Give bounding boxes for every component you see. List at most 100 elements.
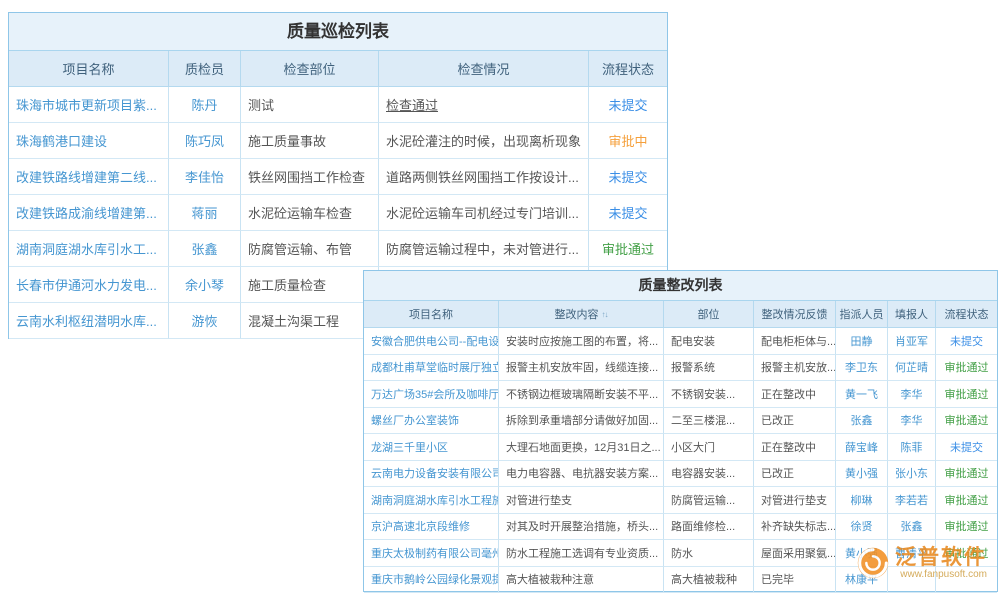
column-header-filler: 填报人 [888, 301, 936, 328]
project-name-link[interactable]: 云南水利枢纽潜明水库... [9, 303, 169, 339]
inspection-situation: 道路两侧铁丝网围挡工作按设计... [379, 159, 589, 195]
status-badge: 审批通过 [936, 461, 997, 488]
inspector-name-link[interactable]: 余小琴 [169, 267, 241, 303]
rectification-feedback: 已完毕 [754, 567, 836, 594]
rectification-content: 报警主机安放牢固，线缆连接... [499, 355, 664, 382]
assignee-name-link[interactable]: 柳琳 [836, 487, 888, 514]
inspection-situation: 检查通过 [379, 87, 589, 123]
assignee-name-link[interactable]: 黄一飞 [836, 381, 888, 408]
rectification-content: 对管进行垫支 [499, 487, 664, 514]
rectification-feedback: 正在整改中 [754, 381, 836, 408]
inspector-name-link[interactable]: 李佳怡 [169, 159, 241, 195]
column-header-content[interactable]: 整改内容 ↑↓ [499, 301, 664, 328]
inspector-name-link[interactable]: 游恢 [169, 303, 241, 339]
assignee-name-link[interactable]: 黄小强 [836, 540, 888, 567]
rectification-table-row[interactable]: 安徽合肥供电公司--配电设备... 安装时应按施工图的布置，将... 配电安装 … [364, 328, 997, 355]
rectification-table-header: 项目名称 整改内容 ↑↓ 部位 整改情况反馈 指派人员 填报人 流程状态 [364, 301, 997, 328]
filler-name-link[interactable] [888, 567, 936, 594]
inspector-name-link[interactable]: 陈丹 [169, 87, 241, 123]
filler-name-link[interactable]: 何芷晴 [888, 355, 936, 382]
status-badge: 审批中 [589, 123, 667, 159]
rectification-part: 配电安装 [664, 328, 754, 355]
project-name-link[interactable]: 湖南洞庭湖水库引水工程施工标 [364, 487, 499, 514]
filler-name-link[interactable]: 李若若 [888, 487, 936, 514]
assignee-name-link[interactable]: 张鑫 [836, 408, 888, 435]
filler-name-link[interactable]: 陈菲 [888, 434, 936, 461]
column-header-content-label: 整改内容 [555, 306, 599, 322]
status-badge: 审批通过 [936, 514, 997, 541]
assignee-name-link[interactable]: 李卫东 [836, 355, 888, 382]
filler-name-link[interactable]: 李华 [888, 408, 936, 435]
project-name-link[interactable]: 重庆市鹅岭公园绿化景观提升... [364, 567, 499, 594]
assignee-name-link[interactable]: 薛宝峰 [836, 434, 888, 461]
rectification-table-row[interactable]: 重庆市鹅岭公园绿化景观提升... 高大植被栽种注意 高大植被栽种 已完毕 林康平 [364, 567, 997, 594]
rectification-table-row[interactable]: 京沪高速北京段维修 对其及时开展整治措施，桥头... 路面维修检... 补齐缺失… [364, 514, 997, 541]
filler-name-link[interactable]: 肖亚军 [888, 328, 936, 355]
rectification-part: 报警系统 [664, 355, 754, 382]
inspector-name-link[interactable]: 张鑫 [169, 231, 241, 267]
filler-name-link[interactable]: 曹清平 [888, 540, 936, 567]
status-badge: 审批通过 [936, 487, 997, 514]
filler-name-link[interactable]: 李华 [888, 381, 936, 408]
column-header-project: 项目名称 [9, 51, 169, 87]
column-header-status: 流程状态 [589, 51, 667, 87]
project-name-link[interactable]: 改建铁路成渝线增建第... [9, 195, 169, 231]
project-name-link[interactable]: 长春市伊通河水力发电... [9, 267, 169, 303]
rectification-table-row[interactable]: 云南电力设备安装有限公司20... 电力电容器、电抗器安装方案... 电容器安装… [364, 461, 997, 488]
rectification-table-row[interactable]: 螺丝厂办公室装饰 拆除到承重墙部分请做好加固... 二至三楼混... 已改正 张… [364, 408, 997, 435]
assignee-name-link[interactable]: 田静 [836, 328, 888, 355]
inspection-table-row[interactable]: 珠海市城市更新项目紫... 陈丹 测试 检查通过 未提交 [9, 87, 667, 123]
rectification-table-row[interactable]: 湖南洞庭湖水库引水工程施工标 对管进行垫支 防腐管运输... 对管进行垫支 柳琳… [364, 487, 997, 514]
assignee-name-link[interactable]: 徐贤 [836, 514, 888, 541]
inspector-name-link[interactable]: 陈巧凤 [169, 123, 241, 159]
column-header-feedback: 整改情况反馈 [754, 301, 836, 328]
rectification-content: 高大植被栽种注意 [499, 567, 664, 594]
project-name-link[interactable]: 京沪高速北京段维修 [364, 514, 499, 541]
rectification-content: 拆除到承重墙部分请做好加固... [499, 408, 664, 435]
column-header-part: 部位 [664, 301, 754, 328]
rectification-feedback: 对管进行垫支 [754, 487, 836, 514]
rectification-content: 不锈钢边框玻璃隔断安装不平... [499, 381, 664, 408]
assignee-name-link[interactable]: 林康平 [836, 567, 888, 594]
status-badge: 审批通过 [936, 355, 997, 382]
assignee-name-link[interactable]: 黄小强 [836, 461, 888, 488]
inspector-name-link[interactable]: 蒋丽 [169, 195, 241, 231]
rectification-feedback: 屋面采用聚氨... [754, 540, 836, 567]
project-name-link[interactable]: 龙湖三千里小区 [364, 434, 499, 461]
filler-name-link[interactable]: 张鑫 [888, 514, 936, 541]
project-name-link[interactable]: 云南电力设备安装有限公司20... [364, 461, 499, 488]
rectification-part: 防腐管运输... [664, 487, 754, 514]
inspection-table-row[interactable]: 湖南洞庭湖水库引水工... 张鑫 防腐管运输、布管 防腐管运输过程中，未对管进行… [9, 231, 667, 267]
inspection-table-row[interactable]: 珠海鹤港口建设 陈巧凤 施工质量事故 水泥砼灌注的时候，出现离析现象 审批中 [9, 123, 667, 159]
rectification-table-row[interactable]: 重庆太极制药有限公司毫州中... 防水工程施工选调有专业资质... 防水 屋面采… [364, 540, 997, 567]
column-header-assignee: 指派人员 [836, 301, 888, 328]
column-header-status: 流程状态 [936, 301, 997, 328]
project-name-link[interactable]: 珠海市城市更新项目紫... [9, 87, 169, 123]
inspection-location: 铁丝网围挡工作检查 [241, 159, 379, 195]
filler-name-link[interactable]: 张小东 [888, 461, 936, 488]
status-badge: 未提交 [589, 87, 667, 123]
status-badge: 未提交 [936, 328, 997, 355]
rectification-content: 大理石地面更换，12月31日之... [499, 434, 664, 461]
inspection-table-row[interactable]: 改建铁路成渝线增建第... 蒋丽 水泥砼运输车检查 水泥砼运输车司机经过专门培训… [9, 195, 667, 231]
rectification-table-row[interactable]: 龙湖三千里小区 大理石地面更换，12月31日之... 小区大门 正在整改中 薛宝… [364, 434, 997, 461]
project-name-link[interactable]: 安徽合肥供电公司--配电设备... [364, 328, 499, 355]
rectification-table-row[interactable]: 成都杜甫草堂临时展厅独立展... 报警主机安放牢固，线缆连接... 报警系统 报… [364, 355, 997, 382]
rectification-feedback: 已改正 [754, 408, 836, 435]
project-name-link[interactable]: 万达广场35#会所及咖啡厅空... [364, 381, 499, 408]
project-name-link[interactable]: 湖南洞庭湖水库引水工... [9, 231, 169, 267]
project-name-link[interactable]: 重庆太极制药有限公司毫州中... [364, 540, 499, 567]
inspection-situation: 防腐管运输过程中，未对管进行... [379, 231, 589, 267]
rectification-feedback: 已改正 [754, 461, 836, 488]
sort-icon[interactable]: ↑↓ [602, 310, 608, 319]
rectification-part: 小区大门 [664, 434, 754, 461]
status-badge: 审批通过 [589, 231, 667, 267]
project-name-link[interactable]: 珠海鹤港口建设 [9, 123, 169, 159]
rectification-content: 对其及时开展整治措施，桥头... [499, 514, 664, 541]
project-name-link[interactable]: 改建铁路线增建第二线... [9, 159, 169, 195]
inspection-table-row[interactable]: 改建铁路线增建第二线... 李佳怡 铁丝网围挡工作检查 道路两侧铁丝网围挡工作按… [9, 159, 667, 195]
rectification-table-row[interactable]: 万达广场35#会所及咖啡厅空... 不锈钢边框玻璃隔断安装不平... 不锈钢安装… [364, 381, 997, 408]
project-name-link[interactable]: 成都杜甫草堂临时展厅独立展... [364, 355, 499, 382]
inspection-situation: 水泥砼灌注的时候，出现离析现象 [379, 123, 589, 159]
project-name-link[interactable]: 螺丝厂办公室装饰 [364, 408, 499, 435]
